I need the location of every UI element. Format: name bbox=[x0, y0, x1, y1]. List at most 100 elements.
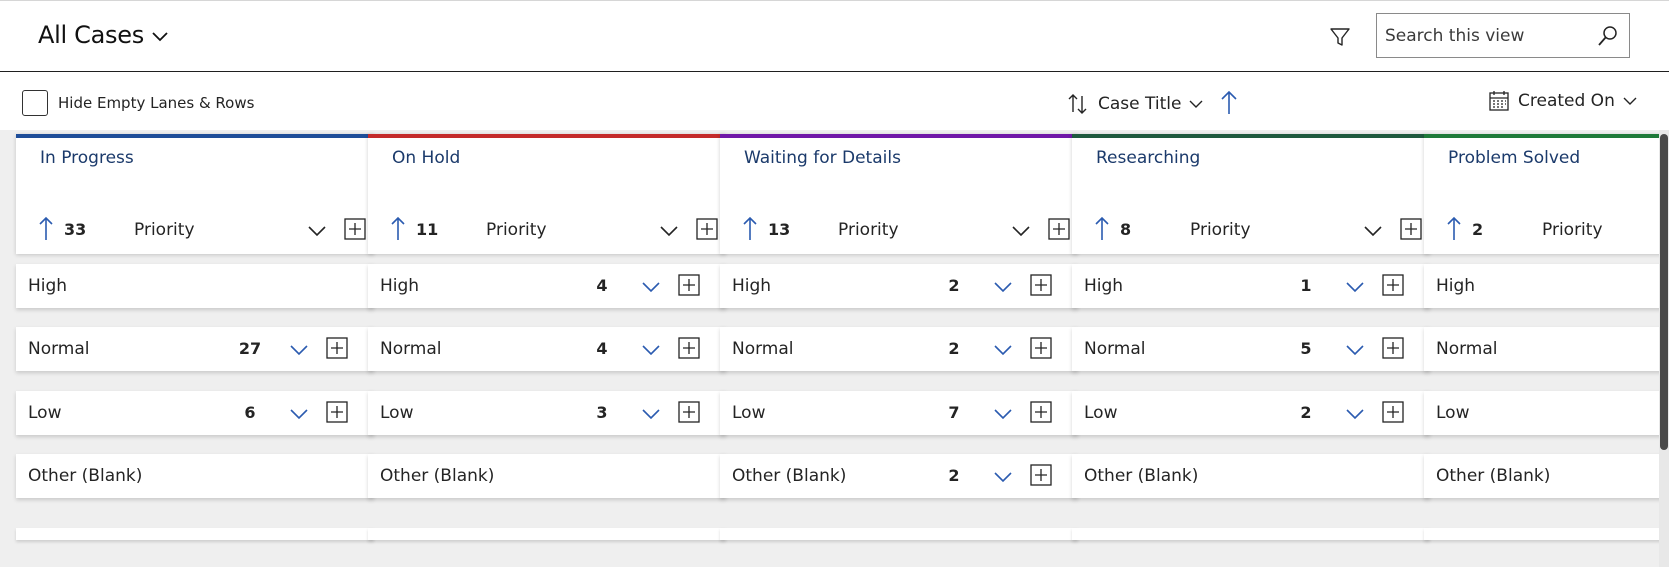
sort-icon bbox=[1068, 94, 1087, 114]
row-add-button[interactable] bbox=[1382, 337, 1404, 363]
row-expand-button[interactable] bbox=[994, 341, 1012, 360]
lane-summary: 11 Priority bbox=[390, 216, 720, 244]
swimlane-row[interactable]: Normal 5 bbox=[1072, 327, 1430, 371]
swimlane-row[interactable]: Low bbox=[1424, 391, 1669, 435]
add-icon bbox=[1400, 218, 1422, 240]
row-add-button[interactable] bbox=[678, 274, 700, 300]
lane-sort-button[interactable] bbox=[390, 216, 406, 246]
hide-empty-checkbox[interactable] bbox=[22, 90, 48, 116]
lane-sort-button[interactable] bbox=[742, 216, 758, 246]
search-input[interactable] bbox=[1377, 25, 1587, 46]
lane-expand-button[interactable] bbox=[1364, 222, 1382, 241]
swimlane-row[interactable]: High bbox=[16, 264, 374, 308]
lane-title: Problem Solved bbox=[1448, 148, 1581, 168]
row-expand-button[interactable] bbox=[994, 468, 1012, 487]
lane-researching: Researching 8 Priority High 1 Normal 5 Low 2 Othe… bbox=[1072, 134, 1430, 540]
swimlane-row[interactable]: Normal 27 bbox=[16, 327, 374, 371]
lane-in-progress: In Progress 33 Priority High Normal 27 Low 6 Oth… bbox=[16, 134, 374, 540]
row-expand-button[interactable] bbox=[1346, 341, 1364, 360]
row-add-button[interactable] bbox=[1382, 401, 1404, 427]
row-expand-button[interactable] bbox=[994, 278, 1012, 297]
date-field-selector[interactable]: Created On bbox=[1488, 90, 1637, 112]
swimlane-row[interactable]: Normal bbox=[1424, 327, 1669, 371]
swimlane-row[interactable]: High 2 bbox=[720, 264, 1078, 308]
add-icon bbox=[1030, 464, 1052, 486]
row-add-button[interactable] bbox=[1030, 401, 1052, 427]
swimlane-row[interactable]: Other (Blank) bbox=[1072, 454, 1430, 498]
row-add-button[interactable] bbox=[1382, 274, 1404, 300]
row-label: High bbox=[1436, 276, 1476, 296]
lane-add-button[interactable] bbox=[344, 218, 366, 244]
row-count: 4 bbox=[596, 339, 608, 358]
arrow-up-icon bbox=[391, 216, 405, 240]
row-expand-button[interactable] bbox=[642, 278, 660, 297]
row-add-button[interactable] bbox=[678, 401, 700, 427]
hide-empty-toggle[interactable]: Hide Empty Lanes & Rows bbox=[22, 90, 254, 116]
lane-add-button[interactable] bbox=[696, 218, 718, 244]
chevron-down-icon bbox=[290, 345, 308, 356]
arrow-up-icon[interactable] bbox=[1220, 90, 1238, 116]
row-add-button[interactable] bbox=[678, 337, 700, 363]
board-toolbar: Hide Empty Lanes & Rows Case Title Creat… bbox=[0, 72, 1669, 130]
lane-sort-button[interactable] bbox=[1446, 216, 1462, 246]
row-count: 5 bbox=[1300, 339, 1312, 358]
lane-footer bbox=[1072, 528, 1430, 540]
swimlane-row[interactable]: Low 6 bbox=[16, 391, 374, 435]
row-expand-button[interactable] bbox=[994, 405, 1012, 424]
lane-group-field: Priority bbox=[486, 220, 547, 240]
view-title: All Cases bbox=[38, 21, 144, 49]
lane-sort-button[interactable] bbox=[38, 216, 54, 246]
swimlane-row[interactable]: High 4 bbox=[368, 264, 726, 308]
view-selector[interactable]: All Cases bbox=[38, 21, 168, 49]
swimlane-row[interactable]: High 1 bbox=[1072, 264, 1430, 308]
add-icon bbox=[1030, 337, 1052, 359]
row-expand-button[interactable] bbox=[642, 341, 660, 360]
lane-header: On Hold 11 Priority bbox=[368, 134, 726, 254]
swimlane-row[interactable]: Low 2 bbox=[1072, 391, 1430, 435]
chevron-down-icon bbox=[1346, 282, 1364, 293]
row-expand-button[interactable] bbox=[1346, 278, 1364, 297]
row-expand-button[interactable] bbox=[1346, 405, 1364, 424]
lane-summary: 13 Priority bbox=[742, 216, 1072, 244]
chevron-down-icon bbox=[290, 409, 308, 420]
swimlane-row[interactable]: Other (Blank) bbox=[1424, 454, 1669, 498]
calendar-icon bbox=[1489, 91, 1509, 111]
lane-sort-button[interactable] bbox=[1094, 216, 1110, 246]
lane-add-button[interactable] bbox=[1400, 218, 1422, 244]
swimlane-row[interactable]: Other (Blank) bbox=[16, 454, 374, 498]
row-add-button[interactable] bbox=[326, 337, 348, 363]
row-add-button[interactable] bbox=[1030, 337, 1052, 363]
row-count: 1 bbox=[1300, 276, 1312, 295]
lane-footer bbox=[16, 528, 374, 540]
arrow-up-icon bbox=[39, 216, 53, 240]
swimlane-row[interactable]: High bbox=[1424, 264, 1669, 308]
row-add-button[interactable] bbox=[326, 401, 348, 427]
swimlane-row[interactable]: Normal 4 bbox=[368, 327, 726, 371]
row-add-button[interactable] bbox=[1030, 274, 1052, 300]
row-add-button[interactable] bbox=[1030, 464, 1052, 490]
row-count: 4 bbox=[596, 276, 608, 295]
row-expand-button[interactable] bbox=[642, 405, 660, 424]
lane-expand-button[interactable] bbox=[1012, 222, 1030, 241]
filter-icon[interactable] bbox=[1328, 25, 1352, 49]
chevron-down-icon bbox=[308, 226, 326, 237]
sort-field-selector[interactable]: Case Title bbox=[1066, 92, 1203, 116]
swimlane-row[interactable]: Low 3 bbox=[368, 391, 726, 435]
swimlane-row[interactable]: Low 7 bbox=[720, 391, 1078, 435]
search-icon[interactable] bbox=[1597, 25, 1619, 47]
row-expand-button[interactable] bbox=[290, 405, 308, 424]
row-count: 2 bbox=[948, 466, 960, 485]
scroll-thumb[interactable] bbox=[1660, 134, 1668, 450]
lane-add-button[interactable] bbox=[1048, 218, 1070, 244]
lane-expand-button[interactable] bbox=[660, 222, 678, 241]
lane-count: 33 bbox=[64, 220, 87, 239]
row-label: Normal bbox=[1084, 339, 1146, 359]
swimlane-row[interactable]: Other (Blank) bbox=[368, 454, 726, 498]
lane-footer bbox=[368, 528, 726, 540]
swimlane-row[interactable]: Normal 2 bbox=[720, 327, 1078, 371]
lane-expand-button[interactable] bbox=[308, 222, 326, 241]
row-expand-button[interactable] bbox=[290, 341, 308, 360]
vertical-scrollbar[interactable] bbox=[1659, 130, 1669, 567]
row-count: 2 bbox=[1300, 403, 1312, 422]
swimlane-row[interactable]: Other (Blank) 2 bbox=[720, 454, 1078, 498]
